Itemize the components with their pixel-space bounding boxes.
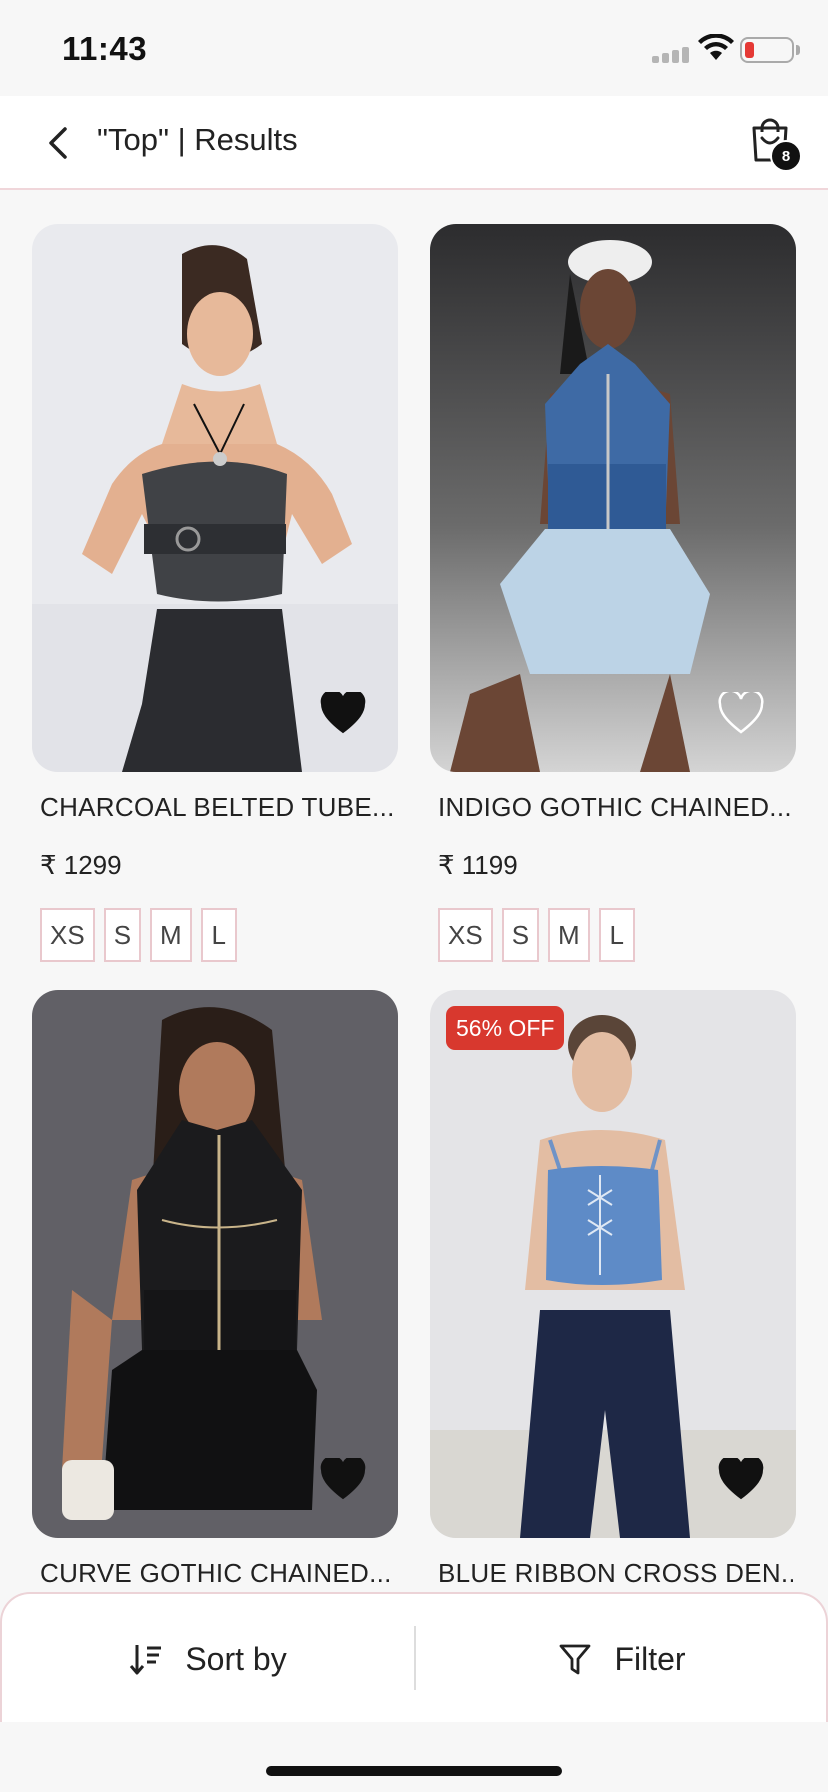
back-icon: [49, 127, 67, 159]
product-name[interactable]: BLUE RIBBON CROSS DEN...: [438, 1558, 793, 1589]
size-options: XS S M L: [40, 908, 237, 962]
size-option[interactable]: L: [200, 908, 237, 962]
sort-label: Sort by: [185, 1640, 287, 1677]
cellular-signal-icon: [652, 47, 692, 63]
product-image[interactable]: [32, 990, 398, 1538]
product-image[interactable]: [32, 224, 398, 772]
cart-button[interactable]: 8: [744, 116, 808, 180]
wifi-icon: [698, 34, 734, 60]
heart-icon: [320, 1458, 366, 1500]
product-grid: CHARCOAL BELTED TUBE... ₹ 1299 XS S M L: [0, 190, 828, 1592]
favorite-button[interactable]: [716, 690, 766, 736]
status-bar: 11:43: [0, 0, 828, 96]
filter-label: Filter: [614, 1640, 686, 1677]
favorite-button[interactable]: [318, 1456, 368, 1502]
sort-button[interactable]: Sort by: [2, 1594, 414, 1724]
heart-icon: [718, 692, 764, 734]
size-option[interactable]: XS: [438, 908, 493, 962]
favorite-button[interactable]: [716, 1456, 766, 1502]
cart-count-badge: 8: [770, 140, 802, 172]
back-button[interactable]: [36, 118, 80, 168]
filter-button[interactable]: Filter: [416, 1594, 828, 1724]
product-price: ₹ 1299: [40, 850, 122, 880]
product-name[interactable]: INDIGO GOTHIC CHAINED...: [438, 792, 793, 823]
home-indicator[interactable]: [266, 1766, 562, 1776]
discount-badge: 56% OFF: [446, 1006, 565, 1050]
favorite-button[interactable]: [318, 690, 368, 736]
size-option[interactable]: L: [598, 908, 635, 962]
status-time: 11:43: [62, 30, 148, 67]
size-option[interactable]: S: [103, 908, 142, 962]
bottom-action-bar: Sort by Filter: [0, 1592, 828, 1722]
sort-icon: [130, 1645, 162, 1675]
battery-icon: [740, 37, 794, 63]
size-options: XS S M L: [438, 908, 635, 962]
product-name[interactable]: CURVE GOTHIC CHAINED...: [40, 1558, 395, 1589]
product-image[interactable]: 56% OFF: [430, 990, 796, 1538]
size-option[interactable]: S: [501, 908, 540, 962]
product-price: ₹ 1199: [438, 850, 518, 880]
heart-icon: [718, 1458, 764, 1500]
product-image[interactable]: [430, 224, 796, 772]
size-option[interactable]: M: [150, 908, 192, 962]
size-option[interactable]: M: [548, 908, 590, 962]
heart-icon: [320, 692, 366, 734]
filter-icon: [560, 1644, 591, 1675]
header: "Top" | Results 8: [0, 96, 828, 190]
product-name[interactable]: CHARCOAL BELTED TUBE...: [40, 792, 395, 823]
page-title: "Top" | Results: [97, 122, 298, 157]
size-option[interactable]: XS: [40, 908, 95, 962]
